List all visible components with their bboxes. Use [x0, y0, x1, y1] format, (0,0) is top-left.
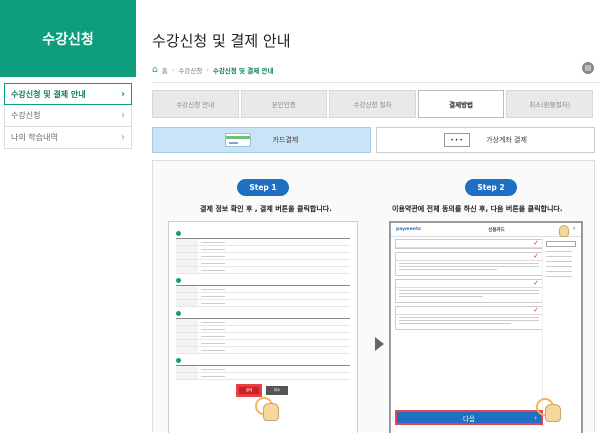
section-heading [176, 311, 350, 316]
page-title: 수강신청 및 결제 안내 [152, 32, 291, 50]
payment-window-sidebar [542, 239, 578, 419]
subtab-label: 가상계좌 결제 [486, 136, 527, 144]
arrow-right-icon [375, 337, 384, 351]
tab-payment-method[interactable]: 결제방법 [417, 90, 505, 118]
terms-list: ✓ ✓ ✓ ✓ [395, 239, 543, 333]
subtab-card-payment[interactable]: 카드결제 [152, 127, 371, 153]
sidebar-title: 수강신청 [0, 0, 136, 77]
payment-guide-content: Step 1 결제 정보 확인 후 , 결제 버튼을 클릭합니다. Step 2… [152, 160, 595, 433]
info-table [176, 318, 350, 354]
sidebar-button [546, 241, 576, 247]
tab-enroll-process[interactable]: 수강신청 절차 [329, 90, 416, 118]
terms-item: ✓ [395, 306, 543, 330]
tab-enroll-guide[interactable]: 수강신청 안내 [152, 90, 239, 118]
sidebar-item-payment-guide[interactable]: 수강신청 및 결제 안내 › [4, 83, 132, 105]
pointer-hand-icon [545, 404, 561, 422]
payment-subtabs: 카드결제 ••• 가상계좌 결제 [152, 127, 595, 153]
next-button-label: 다음 [463, 414, 475, 423]
close-icon: ✕ [572, 227, 576, 232]
sidebar: 수강신청 수강신청 및 결제 안내 › 수강신청 › 나의 학습내역 › [0, 0, 136, 432]
info-table [176, 365, 350, 380]
tab-identity[interactable]: 본인인증 [240, 90, 328, 118]
mockup-pay-button: 결제 [236, 384, 262, 397]
step2-screenshot: payments 신용카드 ✕ ✓ ✓ ✓ ✓ 다음 › [389, 221, 583, 433]
credit-card-icon [224, 133, 251, 147]
chevron-right-icon: › [120, 88, 125, 100]
step1-description: 결제 정보 확인 후 , 결제 버튼을 클릭합니다. [200, 205, 332, 213]
chevron-right-icon: › [121, 132, 125, 143]
sidebar-item-label: 수강신청 [11, 111, 41, 120]
section-heading [176, 278, 350, 283]
checkmark-icon: ✓ [533, 239, 539, 247]
payment-window-title: 신용카드 [488, 227, 505, 233]
sidebar-item-label: 나의 학습내역 [11, 133, 58, 142]
checkmark-icon: ✓ [533, 306, 539, 314]
breadcrumb: ⌂ 홈 › 수강신청 › 수강신청 및 결제 안내 ▤ [152, 62, 600, 78]
sidebar-item-enroll[interactable]: 수강신청 › [4, 105, 132, 127]
pointer-hand-icon [559, 225, 569, 237]
mockup-next-button: 다음 › [395, 410, 543, 425]
pointer-hand-icon [263, 403, 279, 421]
terms-item: ✓ [395, 279, 543, 303]
breadcrumb-item[interactable]: 수강신청 [178, 65, 202, 75]
info-table [176, 238, 350, 274]
sidebar-item-my-learning[interactable]: 나의 학습내역 › [4, 127, 132, 149]
bullet-icon [176, 278, 181, 283]
sidebar-item-label: 수강신청 및 결제 안내 [11, 89, 86, 99]
step2-description: 이용약관에 전체 동의를 하신 후, 다음 버튼을 클릭합니다. [392, 205, 563, 213]
mockup-cancel-button: 취소 [266, 386, 288, 395]
subtab-label: 카드결제 [272, 136, 299, 144]
breadcrumb-item[interactable]: 홈 [162, 65, 168, 75]
mockup-button-row: 결제 취소 [176, 384, 350, 397]
step2-badge: Step 2 [465, 179, 517, 196]
subtab-virtual-account[interactable]: ••• 가상계좌 결제 [376, 127, 595, 153]
info-table [176, 285, 350, 307]
bullet-icon [176, 358, 181, 363]
chevron-right-icon: › [121, 110, 125, 121]
breadcrumb-separator-icon: › [206, 66, 209, 74]
payments-logo: payments [396, 227, 421, 232]
home-icon[interactable]: ⌂ [152, 65, 158, 75]
checkmark-icon: ✓ [533, 252, 539, 260]
terms-all-agree: ✓ [395, 239, 543, 249]
tab-bar: 수강신청 안내 본인인증 수강신청 절차 결제방법 취소(환불절차) [152, 90, 595, 118]
payment-window-header: payments 신용카드 ✕ [391, 223, 581, 237]
terms-item: ✓ [395, 252, 543, 276]
step1-badge: Step 1 [237, 179, 289, 196]
section-heading [176, 231, 350, 236]
breadcrumb-separator-icon: › [171, 66, 175, 74]
checkmark-icon: ✓ [533, 279, 539, 287]
virtual-account-icon: ••• [444, 133, 471, 147]
bullet-icon [176, 231, 181, 236]
bullet-icon [176, 311, 181, 316]
printer-icon[interactable]: ▤ [582, 62, 594, 74]
breadcrumb-current: 수강신청 및 결제 안내 [212, 67, 274, 75]
tab-refund[interactable]: 취소(환불절차) [506, 90, 593, 118]
chevron-right-icon: › [534, 413, 537, 422]
section-heading [176, 358, 350, 363]
divider [152, 82, 600, 83]
